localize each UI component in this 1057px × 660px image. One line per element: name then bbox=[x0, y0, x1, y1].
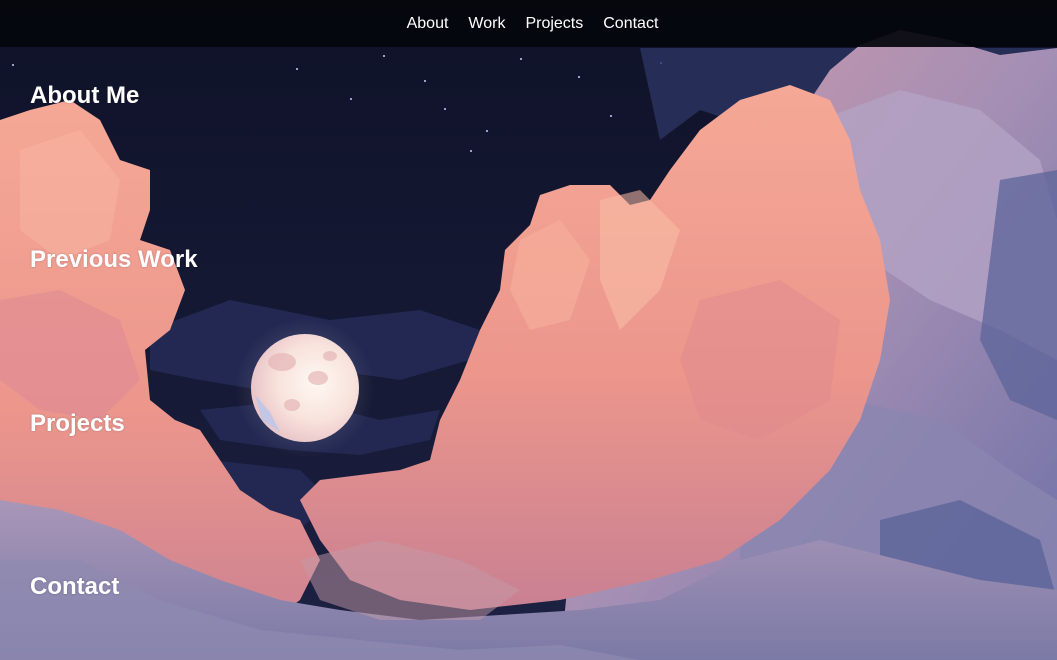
page: About Work Projects Contact About Me Pre… bbox=[0, 0, 1057, 660]
nav-links: About Work Projects Contact bbox=[407, 14, 659, 34]
section-heading-previous-work: Previous Work bbox=[30, 246, 198, 273]
section-heading-contact: Contact bbox=[30, 573, 120, 600]
nav-link-contact[interactable]: Contact bbox=[603, 14, 658, 34]
section-heading-projects: Projects bbox=[30, 410, 125, 437]
top-navbar: About Work Projects Contact bbox=[0, 0, 1057, 47]
background-art bbox=[0, 0, 1057, 660]
nav-link-about[interactable]: About bbox=[407, 14, 449, 34]
section-heading-about: About Me bbox=[30, 82, 140, 109]
nav-link-work[interactable]: Work bbox=[468, 14, 505, 34]
moon bbox=[251, 334, 359, 442]
nav-link-projects[interactable]: Projects bbox=[525, 14, 583, 34]
